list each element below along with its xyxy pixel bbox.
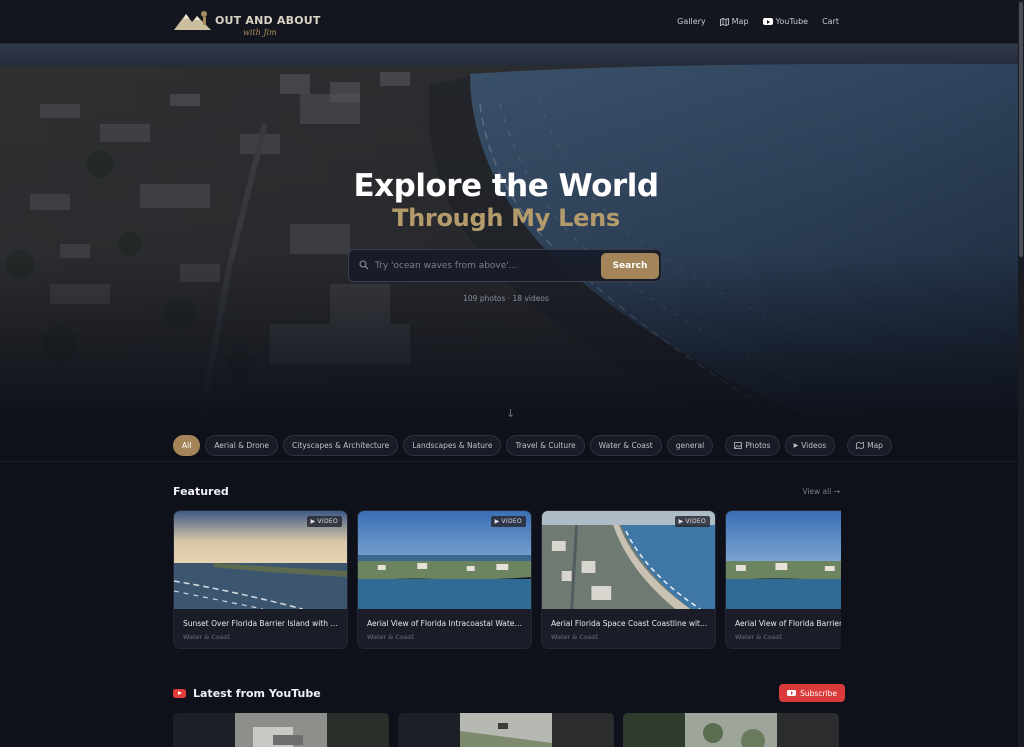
video-badge: ▶ VIDEO [306,516,342,527]
page-scrollbar[interactable] [1018,0,1024,747]
search-icon [359,260,369,270]
nav-gallery-label: Gallery [677,17,706,26]
filter-chip-videos[interactable]: ▶ Videos [784,434,836,456]
subscribe-button[interactable]: Subscribe [779,684,845,702]
card-category: Water & Coast [183,633,230,641]
youtube-icon [173,689,186,698]
play-icon: ▶ [310,518,316,525]
map-icon [856,441,865,449]
youtube-section-title: Latest from YouTube [193,687,321,700]
nav-map-label: Map [731,17,749,26]
main-nav: Gallery Map YouTube Cart [677,17,839,26]
nav-map[interactable]: Map [719,17,749,26]
filter-chip-water-coast[interactable]: Water & Coast [589,434,662,456]
video-badge-label: VIDEO [501,518,522,525]
nav-youtube[interactable]: YouTube [762,17,809,26]
card-category: Water & Coast [735,633,782,641]
youtube-video-thumbnail[interactable] [173,713,389,747]
filter-chip-travel[interactable]: Travel & Culture [506,434,585,456]
filter-chip-all[interactable]: All [173,434,201,456]
image-icon [734,441,743,449]
play-icon: ▶ [678,518,684,525]
video-badge: ▶ VIDEO [490,516,526,527]
filter-bar: All Aerial & Drone Cityscapes & Architec… [173,434,892,456]
nav-cart[interactable]: Cart [822,17,839,26]
logo-subtitle: with Jim [243,28,277,37]
filter-chip-photos[interactable]: Photos [725,434,780,456]
youtube-thumbnail-image [173,713,389,747]
card-category: Water & Coast [367,633,414,641]
featured-title: Featured [173,485,229,498]
filter-chip-cityscapes[interactable]: Cityscapes & Architecture [283,434,399,456]
filter-photos-label: Photos [745,440,771,450]
featured-card[interactable]: ▶ VIDEO Sunset Over Florida Barrier Islan… [173,510,348,649]
video-badge-label: VIDEO [685,518,706,525]
filter-videos-label: Videos [801,440,827,450]
featured-card[interactable]: ▶ VIDEO Aerial Florida Space Coast Coastl… [541,510,716,649]
youtube-video-thumbnail[interactable] [398,713,614,747]
nav-gallery[interactable]: Gallery [677,17,706,26]
map-icon [719,17,729,26]
site-logo[interactable]: OUT AND ABOUT with Jim [173,6,320,40]
youtube-icon [787,690,797,696]
video-badge: ▶ VIDEO [674,516,710,527]
card-thumbnail [726,511,841,609]
card-category: Water & Coast [551,633,598,641]
featured-card[interactable]: Aerial View of Florida Barrier Isl Water… [725,510,841,649]
filter-chip-general[interactable]: general [666,434,714,456]
card-title: Aerial Florida Space Coast Coastline wit… [551,619,709,628]
youtube-video-thumbnail[interactable] [623,713,839,747]
youtube-video-list [173,713,841,747]
youtube-icon [762,18,773,25]
card-title: Aerial View of Florida Barrier Isl [735,619,841,628]
youtube-thumbnail-image [623,713,839,747]
hero-aerial-coast-image [0,44,1018,424]
card-title: Aerial View of Florida Intracoastal Wate… [367,619,525,628]
mountain-logo-icon [174,11,211,30]
hero-section: Explore the World Through My Lens Search… [0,44,1018,424]
site-header: OUT AND ABOUT with Jim Gallery Map YouTu… [0,0,1018,44]
filter-chip-map[interactable]: Map [847,434,892,456]
play-icon: ▶ [494,518,500,525]
filter-chip-aerial-drone[interactable]: Aerial & Drone [205,434,279,456]
hero-subtitle: Through My Lens [392,204,620,232]
nav-youtube-label: YouTube [775,17,809,26]
hero-title: Explore the World [353,168,659,204]
youtube-thumbnail-image [398,713,614,747]
play-icon: ▶ [793,441,799,449]
search-box: Search [348,249,662,282]
featured-carousel: ▶ VIDEO Sunset Over Florida Barrier Islan… [173,510,841,650]
scrollbar-thumb[interactable] [1019,2,1023,257]
logo-title: OUT AND ABOUT [215,14,321,27]
featured-card[interactable]: ▶ VIDEO Aerial View of Florida Intracoast… [357,510,532,649]
search-input[interactable] [375,251,595,280]
scroll-down-icon[interactable]: ↓ [506,407,515,420]
youtube-section-header: Latest from YouTube [173,687,321,700]
filter-map-label: Map [867,440,883,450]
search-button[interactable]: Search [601,253,659,279]
nav-cart-label: Cart [822,17,839,26]
subscribe-label: Subscribe [800,688,837,698]
card-title: Sunset Over Florida Barrier Island with … [183,619,341,628]
view-all-link[interactable]: View all → [802,487,840,496]
filter-chip-landscapes[interactable]: Landscapes & Nature [403,434,502,456]
video-badge-label: VIDEO [317,518,338,525]
hero-stats: 109 photos · 18 videos [463,294,549,303]
section-divider [0,461,1018,462]
